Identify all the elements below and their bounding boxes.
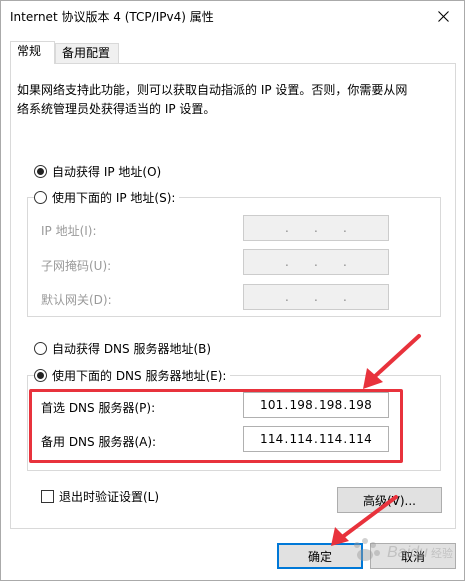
- title-bar: Internet 协议版本 4 (TCP/IPv4) 属性: [1, 1, 464, 31]
- description-line-2: 络系统管理员处获得适当的 IP 设置。: [17, 102, 216, 116]
- radio-auto-dns[interactable]: 自动获得 DNS 服务器地址(B): [34, 340, 211, 357]
- validate-on-exit-checkbox[interactable]: 退出时验证设置(L): [41, 488, 159, 505]
- close-icon: [437, 10, 449, 22]
- radio-auto-dns-circle[interactable]: [34, 342, 47, 355]
- default-gateway-input[interactable]: ...: [243, 284, 389, 310]
- radio-manual-dns-circle[interactable]: [34, 369, 47, 382]
- default-gateway-label: 默认网关(D):: [41, 293, 112, 307]
- dialog-window: Internet 协议版本 4 (TCP/IPv4) 属性 常规 备用配置 如果…: [0, 0, 465, 581]
- description-text: 如果网络支持此功能，则可以获取自动指派的 IP 设置。否则，你需要从网 络系统管…: [17, 81, 447, 119]
- radio-auto-ip[interactable]: 自动获得 IP 地址(O): [34, 163, 161, 180]
- window-title: Internet 协议版本 4 (TCP/IPv4) 属性: [10, 10, 214, 24]
- radio-auto-ip-label: 自动获得 IP 地址(O): [52, 165, 162, 179]
- ip-address-label: IP 地址(I):: [41, 224, 97, 238]
- subnet-mask-input[interactable]: ...: [243, 249, 389, 275]
- radio-manual-ip-label: 使用下面的 IP 地址(S):: [52, 191, 176, 205]
- close-button[interactable]: [426, 1, 460, 31]
- radio-auto-dns-label: 自动获得 DNS 服务器地址(B): [52, 342, 212, 356]
- radio-manual-ip[interactable]: 使用下面的 IP 地址(S):: [34, 189, 180, 206]
- validate-checkbox-box[interactable]: [41, 490, 54, 503]
- radio-manual-dns[interactable]: 使用下面的 DNS 服务器地址(E):: [34, 367, 231, 384]
- advanced-button[interactable]: 高级(V)...: [337, 487, 442, 513]
- radio-auto-ip-circle[interactable]: [34, 165, 47, 178]
- baidu-watermark-logo: Baidu 经验: [354, 538, 453, 561]
- radio-manual-ip-circle[interactable]: [34, 191, 47, 204]
- subnet-mask-label: 子网掩码(U):: [41, 259, 112, 273]
- validate-checkbox-label: 退出时验证设置(L): [59, 490, 160, 504]
- tab-general[interactable]: 常规: [10, 41, 55, 64]
- tab-alternate-config[interactable]: 备用配置: [55, 43, 119, 64]
- svg-text:经验: 经验: [431, 546, 453, 560]
- svg-text:Baidu: Baidu: [387, 544, 428, 561]
- dns-highlight-box: [29, 389, 403, 463]
- description-line-1: 如果网络支持此功能，则可以获取自动指派的 IP 设置。否则，你需要从网: [17, 83, 408, 97]
- radio-manual-dns-label: 使用下面的 DNS 服务器地址(E):: [52, 369, 227, 383]
- ip-address-input[interactable]: ...: [243, 215, 389, 241]
